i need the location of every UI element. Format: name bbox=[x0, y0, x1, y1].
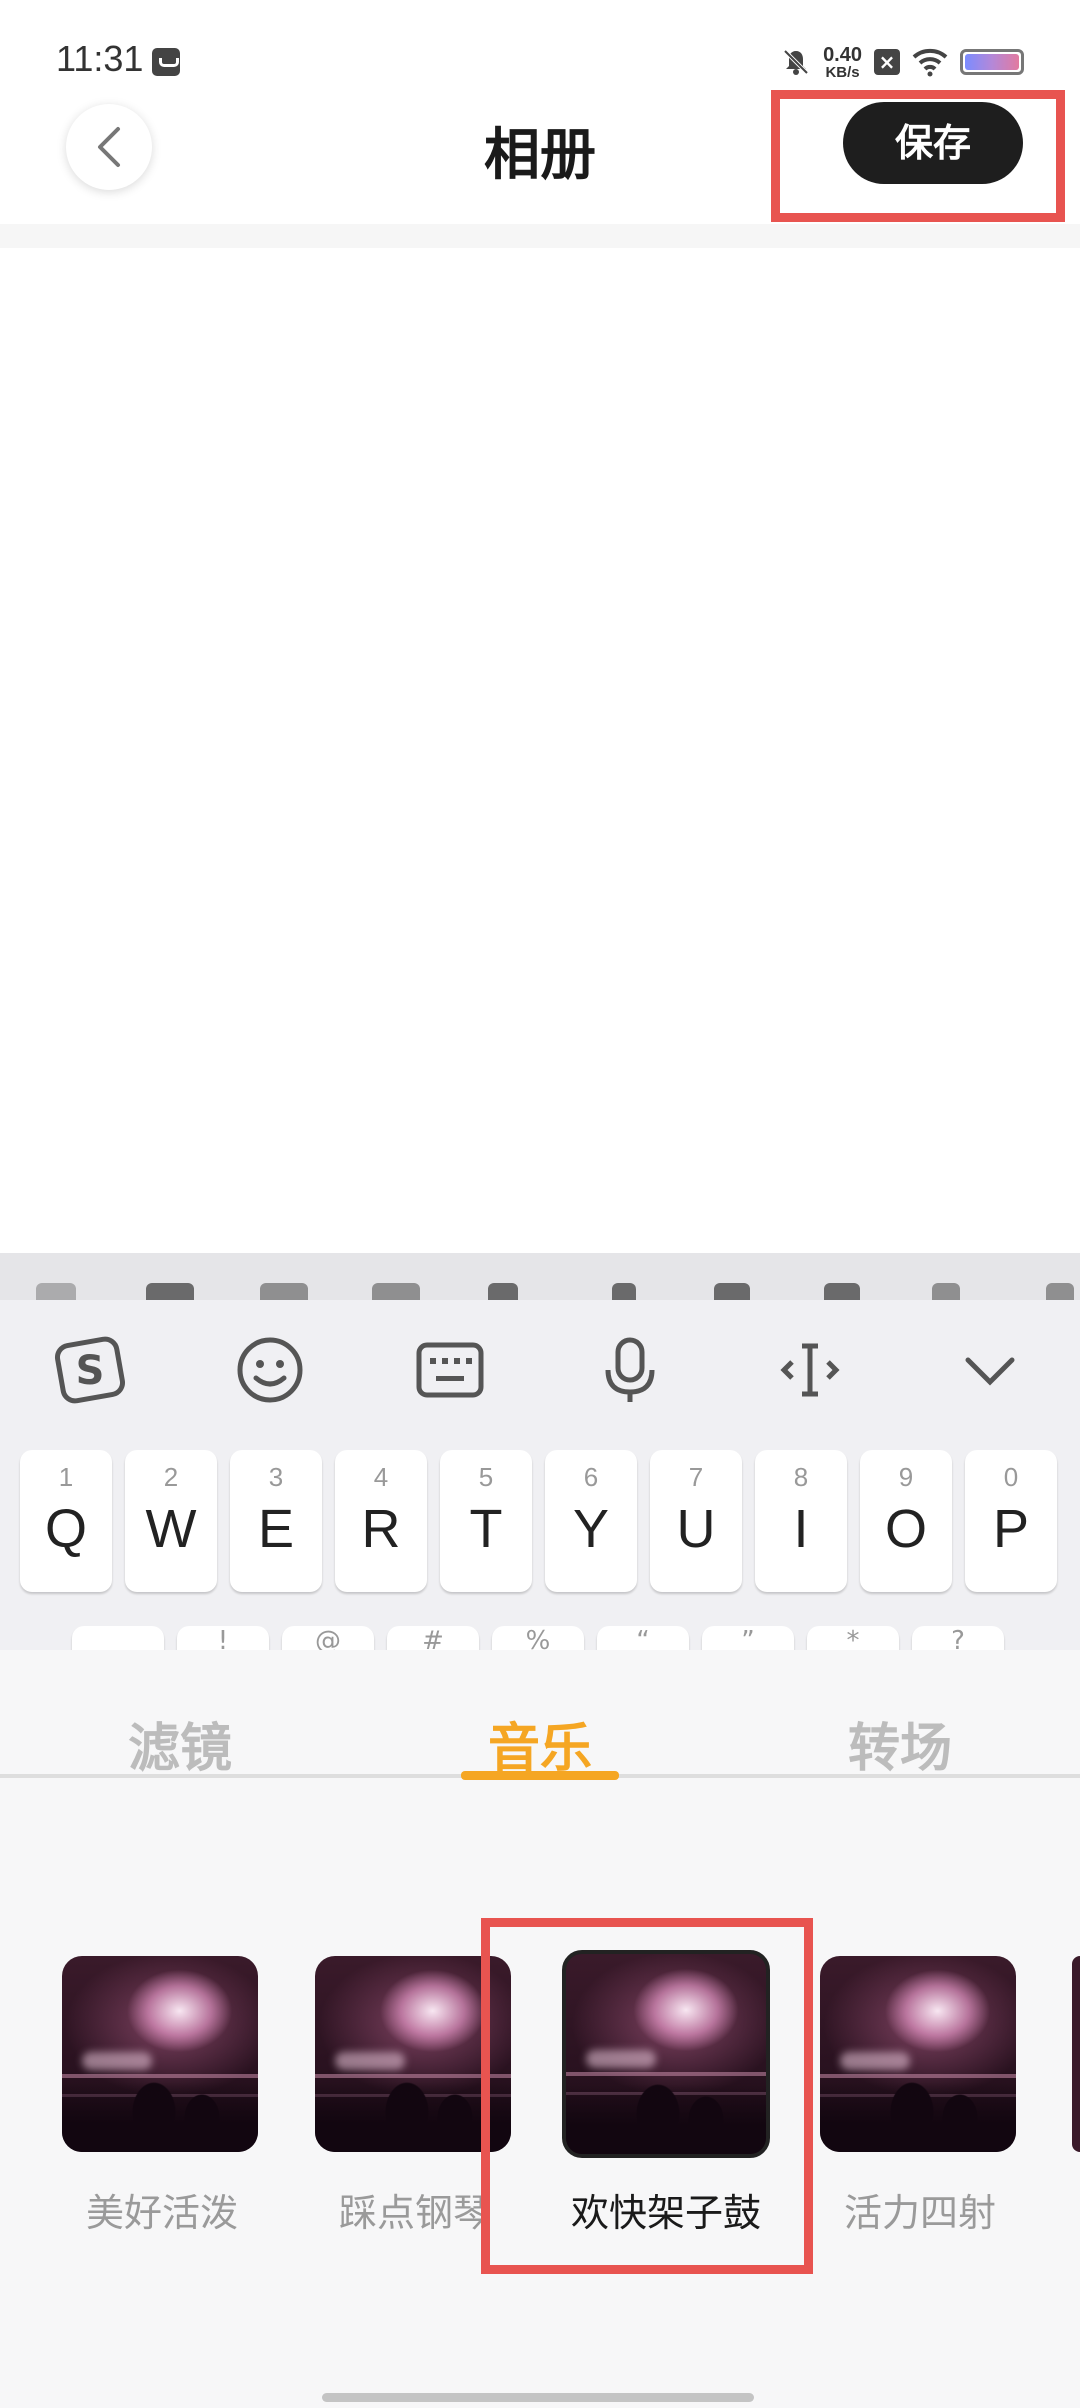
sim-off-icon: × bbox=[874, 49, 900, 75]
network-speed-value: 0.40 bbox=[823, 43, 862, 66]
key-t[interactable]: 5T bbox=[440, 1450, 532, 1592]
key-k[interactable]: * bbox=[807, 1626, 899, 1650]
header-divider bbox=[0, 224, 1080, 248]
keyboard-icon bbox=[416, 1342, 484, 1398]
network-speed-unit: KB/s bbox=[825, 63, 860, 81]
preview-area bbox=[0, 248, 1080, 1253]
key-d[interactable]: @ bbox=[282, 1626, 374, 1650]
music-thumbnail bbox=[820, 1956, 1016, 2152]
key-h[interactable]: “ bbox=[597, 1626, 689, 1650]
keyboard-format-toolbar bbox=[0, 1253, 1080, 1303]
svg-text:S: S bbox=[76, 1348, 105, 1394]
sogou-logo-button[interactable]: S bbox=[48, 1328, 132, 1412]
key-y[interactable]: 6Y bbox=[545, 1450, 637, 1592]
selected-music-highlight-box bbox=[481, 1918, 813, 2274]
voice-input-button[interactable] bbox=[588, 1328, 672, 1412]
emoji-button[interactable] bbox=[228, 1328, 312, 1412]
hide-keyboard-button[interactable] bbox=[948, 1328, 1032, 1412]
cursor-move-button[interactable] bbox=[768, 1328, 852, 1412]
key-w[interactable]: 2W bbox=[125, 1450, 217, 1592]
microphone-icon bbox=[605, 1337, 655, 1402]
battery-icon bbox=[960, 49, 1024, 75]
status-bar: 11:31 0.40 KB/s × bbox=[0, 0, 1080, 100]
key-g[interactable]: % bbox=[492, 1626, 584, 1650]
wifi-icon bbox=[912, 48, 948, 77]
key-p[interactable]: 0P bbox=[965, 1450, 1057, 1592]
music-item[interactable]: 活力四射 bbox=[820, 1956, 1020, 2235]
smiley-icon bbox=[237, 1337, 303, 1403]
key-l[interactable]: ? bbox=[912, 1626, 1004, 1650]
key-i[interactable]: 8I bbox=[755, 1450, 847, 1592]
notification-icon bbox=[152, 48, 180, 76]
music-label: 活力四射 bbox=[843, 2191, 996, 2235]
key-q[interactable]: 1Q bbox=[20, 1450, 112, 1592]
home-indicator[interactable] bbox=[322, 2393, 754, 2402]
save-highlight-box bbox=[771, 90, 1065, 222]
key-e[interactable]: 3E bbox=[230, 1450, 322, 1592]
music-thumbnail bbox=[62, 1956, 258, 2152]
active-tab-indicator bbox=[461, 1771, 619, 1780]
tab-filter[interactable]: 滤镜 bbox=[70, 1706, 290, 1781]
status-time: 11:31 bbox=[56, 38, 144, 79]
chevron-down-icon bbox=[965, 1357, 1015, 1386]
music-label: 美好活泼 bbox=[85, 2191, 238, 2235]
cursor-icon bbox=[780, 1343, 840, 1397]
soft-keyboard: S 1 Q 2 W 3 E 4 R 5 T 6 Y 7 U 8 I 9 O 0 … bbox=[0, 1300, 1080, 1650]
music-item-partial[interactable] bbox=[1072, 1956, 1080, 2152]
status-indicators: 0.40 KB/s × bbox=[781, 44, 1024, 80]
keyboard-row-asdf-peek: ! @ # % “ ” * ? bbox=[0, 1626, 1080, 1650]
mute-bell-icon bbox=[783, 49, 809, 75]
key-o[interactable]: 9O bbox=[860, 1450, 952, 1592]
key-s[interactable]: ! bbox=[177, 1626, 269, 1650]
key-r[interactable]: 4R bbox=[335, 1450, 427, 1592]
keyboard-toolbar: S bbox=[0, 1300, 1080, 1440]
keyboard-row-qwerty: 1Q 2W 3E 4R 5T 6Y 7U 8I 9O 0P bbox=[0, 1450, 1080, 1596]
tab-music[interactable]: 音乐 bbox=[430, 1706, 650, 1781]
network-speed: 0.40 KB/s bbox=[823, 45, 862, 80]
key-a[interactable] bbox=[72, 1626, 164, 1650]
key-u[interactable]: 7U bbox=[650, 1450, 742, 1592]
music-item[interactable]: 美好活泼 bbox=[62, 1956, 262, 2235]
tab-transition[interactable]: 转场 bbox=[790, 1706, 1010, 1781]
key-f[interactable]: # bbox=[387, 1626, 479, 1650]
key-j[interactable]: ” bbox=[702, 1626, 794, 1650]
sogou-logo-icon: S bbox=[54, 1336, 126, 1404]
keyboard-switch-button[interactable] bbox=[408, 1328, 492, 1412]
